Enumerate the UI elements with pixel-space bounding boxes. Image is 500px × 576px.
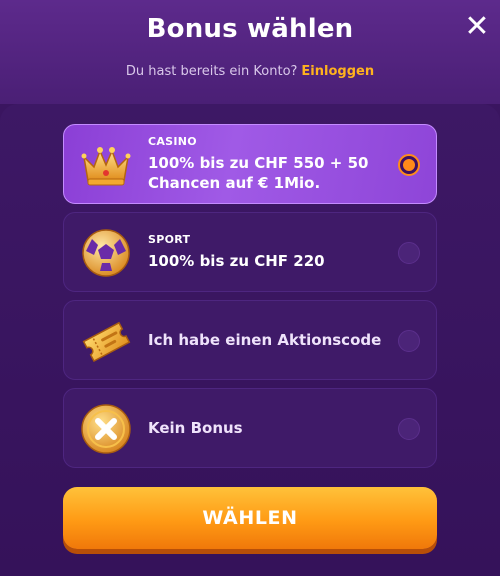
option-label: Kein Bonus [148,419,243,437]
option-line-1: 100% bis zu CHF 220 [148,252,325,270]
ticket-icon [82,321,131,362]
bonus-option-promo-code[interactable]: Ich habe einen Aktionscode [63,300,437,380]
radio-casino[interactable] [398,154,420,176]
no-bonus-coin-icon [81,404,131,454]
login-link[interactable]: Einloggen [301,64,374,79]
radio-no-bonus[interactable] [398,418,420,440]
option-text: Ich habe einen Aktionscode [148,301,386,379]
option-label: Ich habe einen Aktionscode [148,331,382,349]
bonus-option-sport[interactable]: SPORT 100% bis zu CHF 220 [63,212,437,292]
bonus-option-casino[interactable]: CASINO 100% bis zu CHF 550 + 50 Chancen … [63,124,437,204]
option-line-2: Chancen auf € 1Mio. [148,174,321,192]
login-prompt: Du hast bereits ein Konto? Einloggen [0,64,500,79]
soccer-ball-icon [82,229,130,277]
login-prompt-text: Du hast bereits ein Konto? [125,64,298,79]
bonus-option-none[interactable]: Kein Bonus [63,388,437,468]
choose-button[interactable]: WÄHLEN [63,487,437,549]
close-icon[interactable]: ✕ [460,10,494,44]
option-line-1: 100% bis zu CHF 550 + 50 [148,154,369,172]
radio-sport[interactable] [398,242,420,264]
page-title: Bonus wählen [146,14,354,44]
crown-icon [81,147,131,186]
option-text: CASINO 100% bis zu CHF 550 + 50 Chancen … [148,125,386,203]
option-text: Kein Bonus [148,389,386,467]
option-tag: CASINO [148,135,197,148]
modal-header: Bonus wählen ✕ Du hast bereits ein Konto… [0,0,500,104]
radio-promo-code[interactable] [398,330,420,352]
option-tag: SPORT [148,233,191,246]
option-text: SPORT 100% bis zu CHF 220 [148,213,386,291]
